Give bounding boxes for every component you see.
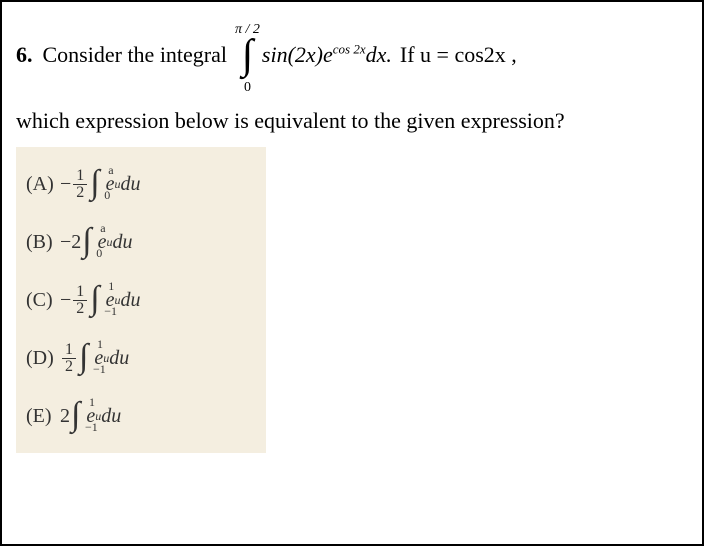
question-line-1: 6. Consider the integral π / 2 ∫ 0 sin(2… [16, 12, 688, 99]
integral-icon: ∫ [71, 396, 80, 433]
integrand: sin(2x)ecos 2xdx. [262, 41, 392, 70]
choice-c-label: (C) [26, 289, 60, 312]
choice-c-int-top: 1 [108, 279, 114, 294]
choice-a-du: du [121, 173, 141, 196]
integral-symbol: ∫ [235, 41, 260, 70]
integrand-exp: cos 2x [333, 42, 366, 57]
choice-d-du: du [109, 347, 129, 370]
choice-b-prefix: −2 [60, 231, 81, 254]
choice-e: (E) 2 ∫ 1 −1 eu du [26, 387, 256, 445]
choice-d-frac: 1 2 [62, 342, 76, 375]
choice-a-frac-den: 2 [73, 185, 87, 201]
choice-a: (A) − 1 2 ∫ a 0 eu du [26, 155, 256, 213]
choice-a-int-bot: 0 [104, 188, 110, 203]
choice-e-prefix: 2 [60, 405, 70, 428]
question-number: 6. [16, 41, 33, 70]
answer-choices: (A) − 1 2 ∫ a 0 eu du (B) −2 [16, 147, 266, 453]
choice-c-int-bot: −1 [104, 304, 117, 319]
choice-d-int: ∫ 1 −1 [79, 343, 88, 373]
choice-e-int-bot: −1 [85, 420, 98, 435]
choice-b-int-top: a [100, 221, 105, 236]
choice-b-int: ∫ a 0 [82, 227, 91, 257]
choice-c-frac-den: 2 [73, 301, 87, 317]
choice-a-frac-num: 1 [73, 168, 87, 185]
choice-c-math: − 1 2 ∫ 1 −1 eu du [60, 284, 141, 317]
choice-d: (D) 1 2 ∫ 1 −1 eu du [26, 329, 256, 387]
lower-limit: 0 [244, 80, 251, 95]
integral-icon: ∫ [90, 164, 99, 201]
question-continuation: which expression below is equivalent to … [16, 107, 688, 136]
integrand-dx: dx. [366, 42, 392, 67]
choice-e-du: du [101, 405, 121, 428]
choice-e-int: ∫ 1 −1 [71, 401, 80, 431]
choice-e-math: 2 ∫ 1 −1 eu du [60, 401, 121, 431]
integral-icon: ∫ [79, 338, 88, 375]
integrand-base: sin(2x)e [262, 42, 333, 67]
choice-c-int: ∫ 1 −1 [90, 285, 99, 315]
integral-icon: ∫ [90, 280, 99, 317]
page-frame: 6. Consider the integral π / 2 ∫ 0 sin(2… [0, 0, 704, 546]
integral-display: π / 2 ∫ 0 [235, 12, 260, 99]
choice-a-prefix: − [60, 173, 71, 196]
choice-b-math: −2 ∫ a 0 eu du [60, 227, 133, 257]
question-lead: Consider the integral [43, 41, 228, 70]
choice-c-frac: 1 2 [73, 284, 87, 317]
choice-a-math: − 1 2 ∫ a 0 eu du [60, 168, 141, 201]
question-tail: If u = cos2x , [400, 41, 517, 70]
choice-a-label: (A) [26, 173, 60, 196]
choice-e-int-top: 1 [89, 395, 95, 410]
choice-d-int-bot: −1 [93, 362, 106, 377]
choice-a-frac: 1 2 [73, 168, 87, 201]
choice-b-int-bot: 0 [96, 246, 102, 261]
choice-c-prefix: − [60, 289, 71, 312]
choice-c-du: du [121, 289, 141, 312]
choice-b-label: (B) [26, 231, 60, 254]
choice-b-du: du [113, 231, 133, 254]
choice-c-frac-num: 1 [73, 284, 87, 301]
choice-d-int-top: 1 [97, 337, 103, 352]
choice-e-label: (E) [26, 405, 60, 428]
choice-d-frac-den: 2 [62, 359, 76, 375]
choice-a-int: ∫ a 0 [90, 169, 99, 199]
choice-d-math: 1 2 ∫ 1 −1 eu du [60, 342, 129, 375]
integral-icon: ∫ [82, 222, 91, 259]
choice-d-label: (D) [26, 347, 60, 370]
choice-d-frac-num: 1 [62, 342, 76, 359]
choice-b: (B) −2 ∫ a 0 eu du [26, 213, 256, 271]
choice-a-int-top: a [108, 163, 113, 178]
choice-c: (C) − 1 2 ∫ 1 −1 eu du [26, 271, 256, 329]
